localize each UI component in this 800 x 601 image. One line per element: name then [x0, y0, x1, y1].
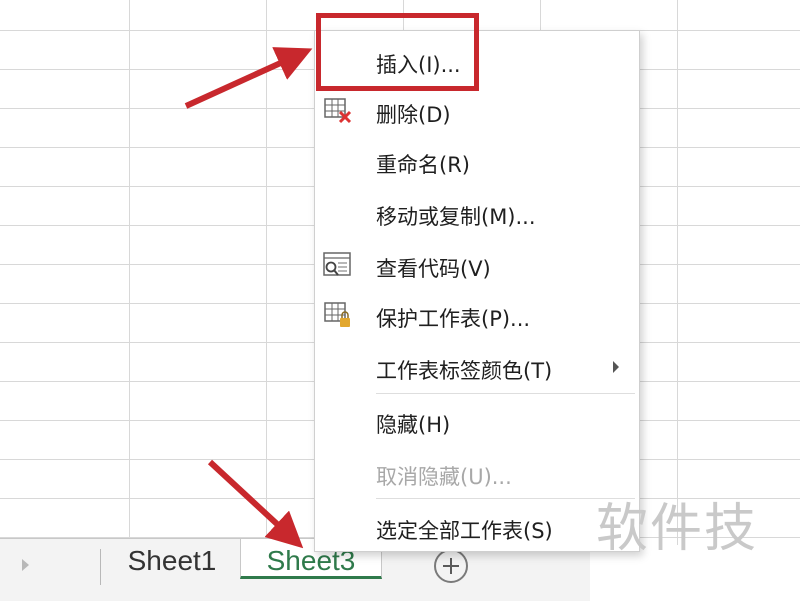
menu-item-label: 删除(D)	[376, 103, 451, 127]
menu-item-hide[interactable]: 隐藏(H)	[315, 399, 639, 443]
view-code-icon	[323, 252, 351, 276]
menu-separator	[376, 393, 635, 394]
menu-item-label: 保护工作表(P)...	[376, 307, 531, 331]
watermark-text: 软件技	[596, 499, 759, 559]
menu-item-tab-color[interactable]: 工作表标签颜色(T)	[315, 345, 639, 389]
highlight-box	[316, 13, 479, 91]
sheet-context-menu: 插入(I)... 删除(D) 重命名(R) 移动或复制(M)... 查看代码(V…	[314, 30, 640, 552]
tab-divider	[100, 549, 101, 585]
menu-item-label: 移动或复制(M)...	[376, 205, 536, 229]
menu-item-protect-sheet[interactable]: 保护工作表(P)...	[315, 293, 639, 337]
plus-circle-icon[interactable]	[434, 549, 468, 583]
protect-sheet-icon	[324, 302, 350, 327]
menu-item-select-all-sheets[interactable]: 选定全部工作表(S)	[315, 505, 639, 549]
tab-scroll-right-icon[interactable]	[22, 559, 29, 571]
menu-item-unhide: 取消隐藏(U)...	[315, 451, 639, 495]
delete-sheet-icon	[324, 98, 352, 124]
menu-item-label: 重命名(R)	[376, 153, 470, 177]
submenu-arrow-icon	[613, 361, 619, 373]
menu-item-label: 查看代码(V)	[376, 257, 491, 281]
menu-item-label: 取消隐藏(U)...	[376, 465, 512, 489]
menu-item-view-code[interactable]: 查看代码(V)	[315, 243, 639, 287]
menu-item-rename[interactable]: 重命名(R)	[315, 139, 639, 183]
sheet-tab-sheet1[interactable]: Sheet1	[108, 539, 236, 579]
menu-item-label: 工作表标签颜色(T)	[376, 359, 553, 383]
menu-item-delete[interactable]: 删除(D)	[315, 89, 639, 133]
menu-item-label: 选定全部工作表(S)	[376, 519, 553, 543]
menu-item-move-copy[interactable]: 移动或复制(M)...	[315, 191, 639, 235]
menu-item-label: 隐藏(H)	[376, 413, 451, 437]
